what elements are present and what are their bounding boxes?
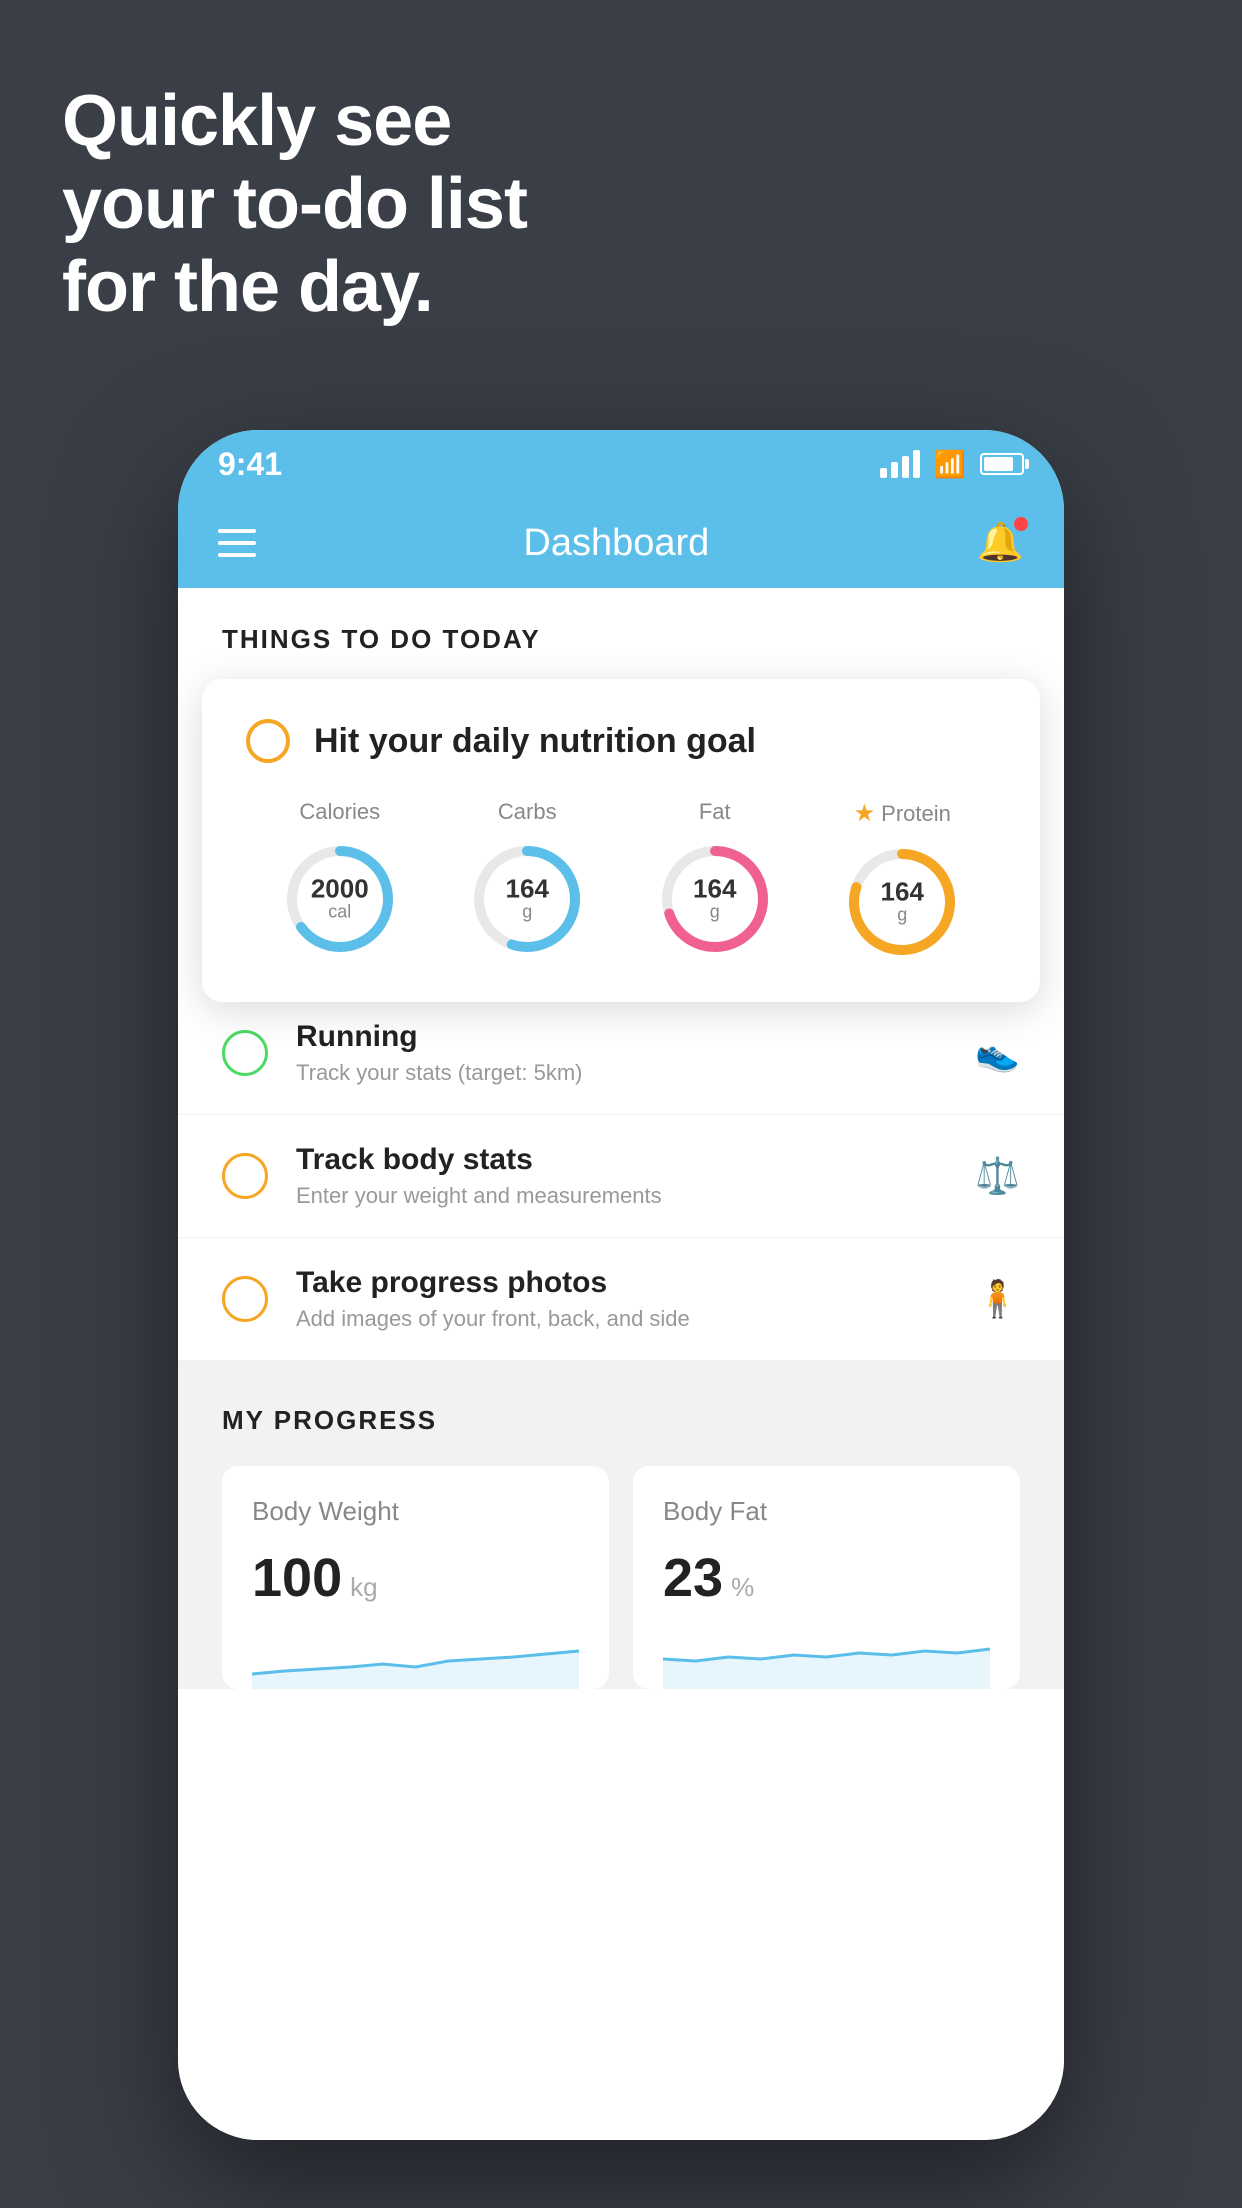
- progress-label: MY PROGRESS: [222, 1405, 1020, 1436]
- phone-mockup: 9:41 📶 Dashboard 🔔 THINGS TO DO TODAY: [178, 430, 1064, 2140]
- todo-item-running[interactable]: Running Track your stats (target: 5km) 👟: [178, 992, 1064, 1115]
- protein-donut: 164 g: [842, 842, 962, 962]
- todo-list: Running Track your stats (target: 5km) 👟…: [178, 992, 1064, 1361]
- main-content: THINGS TO DO TODAY Hit your daily nutrit…: [178, 588, 1064, 2140]
- todo-title-photos: Take progress photos: [296, 1266, 947, 1300]
- fat-donut: 164 g: [655, 839, 775, 959]
- battery-icon: [980, 453, 1024, 475]
- todo-subtitle-body-stats: Enter your weight and measurements: [296, 1183, 947, 1209]
- fat-value: 164 g: [693, 876, 736, 923]
- calories-label: Calories: [299, 799, 380, 825]
- protein-value: 164 g: [881, 879, 924, 926]
- things-to-do-label: THINGS TO DO TODAY: [178, 588, 1064, 679]
- calories-donut: 2000 cal: [280, 839, 400, 959]
- nutrition-circle-indicator: [246, 719, 290, 763]
- notification-bell-icon[interactable]: 🔔: [977, 521, 1024, 565]
- body-fat-card[interactable]: Body Fat 23 %: [633, 1466, 1020, 1689]
- shoe-icon: 👟: [975, 1032, 1020, 1074]
- todo-circle-body-stats: [222, 1153, 268, 1199]
- status-time: 9:41: [218, 446, 282, 483]
- body-weight-title: Body Weight: [252, 1496, 579, 1527]
- carbs-value: 164 g: [506, 876, 549, 923]
- todo-text-photos: Take progress photos Add images of your …: [296, 1266, 947, 1332]
- stat-carbs: Carbs 164 g: [467, 799, 587, 959]
- progress-cards: Body Weight 100 kg Body Fat: [222, 1466, 1020, 1689]
- notification-dot: [1014, 517, 1028, 531]
- wifi-icon: 📶: [934, 449, 966, 480]
- body-fat-title: Body Fat: [663, 1496, 990, 1527]
- stat-fat: Fat 164 g: [655, 799, 775, 959]
- body-weight-number: 100: [252, 1547, 342, 1609]
- body-fat-chart: [663, 1629, 990, 1689]
- calories-value: 2000 cal: [311, 876, 369, 923]
- todo-text-running: Running Track your stats (target: 5km): [296, 1020, 947, 1086]
- nutrition-stats: Calories 2000 cal Carbs: [246, 799, 996, 962]
- status-icons: 📶: [880, 449, 1024, 480]
- nutrition-card-title: Hit your daily nutrition goal: [314, 722, 756, 761]
- body-weight-chart: [252, 1629, 579, 1689]
- person-icon: 🧍: [975, 1278, 1020, 1320]
- scale-icon: ⚖️: [975, 1155, 1020, 1197]
- todo-circle-photos: [222, 1276, 268, 1322]
- status-bar: 9:41 📶: [178, 430, 1064, 498]
- hero-text: Quickly see your to-do list for the day.: [62, 80, 527, 328]
- carbs-donut: 164 g: [467, 839, 587, 959]
- nutrition-card[interactable]: Hit your daily nutrition goal Calories 2…: [202, 679, 1040, 1002]
- todo-item-photos[interactable]: Take progress photos Add images of your …: [178, 1238, 1064, 1361]
- carbs-label: Carbs: [498, 799, 557, 825]
- stat-calories: Calories 2000 cal: [280, 799, 400, 959]
- stat-protein: ★ Protein 164 g: [842, 799, 962, 962]
- body-fat-value: 23 %: [663, 1547, 990, 1609]
- body-fat-unit: %: [731, 1572, 754, 1603]
- nutrition-card-header: Hit your daily nutrition goal: [246, 719, 996, 763]
- protein-label: ★ Protein: [854, 799, 951, 828]
- body-weight-card[interactable]: Body Weight 100 kg: [222, 1466, 609, 1689]
- body-weight-unit: kg: [350, 1572, 377, 1603]
- todo-title-body-stats: Track body stats: [296, 1143, 947, 1177]
- star-icon: ★: [854, 799, 876, 828]
- fat-label: Fat: [699, 799, 731, 825]
- body-fat-number: 23: [663, 1547, 723, 1609]
- todo-text-body-stats: Track body stats Enter your weight and m…: [296, 1143, 947, 1209]
- todo-circle-running: [222, 1030, 268, 1076]
- nav-title: Dashboard: [523, 522, 709, 565]
- hamburger-menu[interactable]: [218, 529, 256, 557]
- signal-icon: [880, 450, 920, 478]
- todo-item-body-stats[interactable]: Track body stats Enter your weight and m…: [178, 1115, 1064, 1238]
- todo-subtitle-running: Track your stats (target: 5km): [296, 1060, 947, 1086]
- progress-section: MY PROGRESS Body Weight 100 kg: [178, 1361, 1064, 1689]
- todo-title-running: Running: [296, 1020, 947, 1054]
- todo-subtitle-photos: Add images of your front, back, and side: [296, 1306, 947, 1332]
- nav-bar: Dashboard 🔔: [178, 498, 1064, 588]
- body-weight-value: 100 kg: [252, 1547, 579, 1609]
